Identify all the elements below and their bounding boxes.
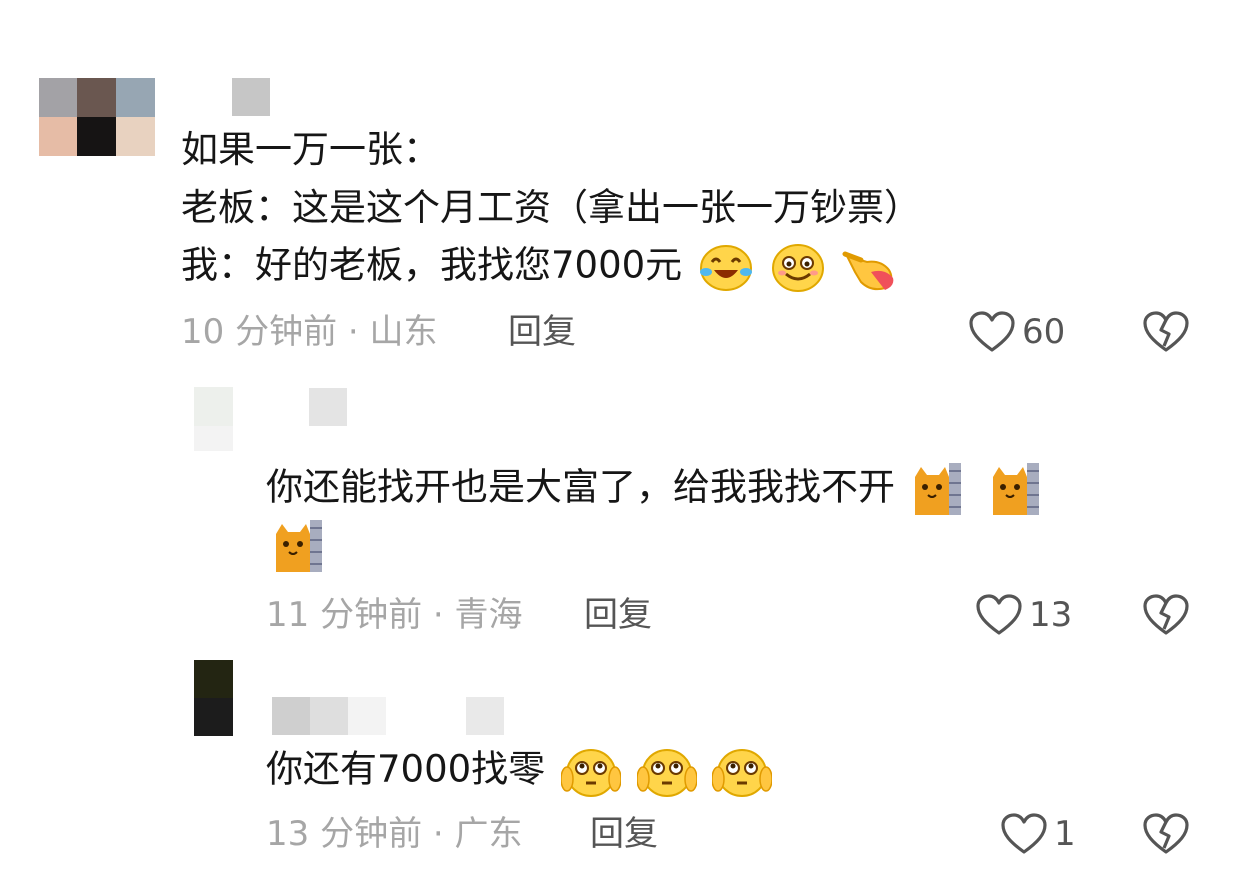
- comment-text-line: 你还有7000找零: [266, 747, 546, 791]
- broken-heart-icon: [1142, 310, 1190, 354]
- comment-text-line: 如果一万一张：: [181, 128, 440, 171]
- cat-peeking-emoji: [272, 518, 324, 574]
- like-button[interactable]: 13: [975, 593, 1072, 637]
- username[interactable]: [272, 697, 504, 735]
- comment-text-line: 老板：这是这个月工资（拿出一张一万钞票）: [181, 186, 921, 229]
- comment-text-row: 你还能找开也是大富了，给我我找不开: [266, 461, 1041, 517]
- laugh-cry-emoji: [698, 242, 754, 292]
- like-count: 1: [1054, 814, 1076, 854]
- avatar[interactable]: [194, 660, 233, 736]
- like-count: 60: [1022, 312, 1066, 352]
- comment-time-location: 11 分钟前 · 青海: [266, 595, 523, 635]
- broken-heart-icon: [1142, 593, 1190, 637]
- dislike-button[interactable]: [1142, 310, 1190, 354]
- reply-button[interactable]: 回复: [508, 312, 576, 352]
- heart-icon: [975, 593, 1023, 637]
- comment-text-row: 我：好的老板，我找您7000元: [181, 241, 899, 293]
- comment-text-line: 我：好的老板，我找您7000元: [181, 243, 683, 287]
- grin-emoji: [770, 241, 826, 293]
- shocked-face-emoji: [560, 743, 621, 799]
- broken-heart-icon: [1142, 812, 1190, 856]
- heart-icon: [968, 310, 1016, 354]
- pointing-hand-emoji: [841, 242, 899, 292]
- shocked-face-emoji: [636, 743, 697, 799]
- cat-peeking-emoji: [989, 461, 1041, 517]
- comment-time-location: 10 分钟前 · 山东: [181, 312, 438, 352]
- username[interactable]: [309, 388, 347, 426]
- reply-button[interactable]: 回复: [590, 814, 658, 854]
- comment-time-location: 13 分钟前 · 广东: [266, 814, 523, 854]
- cat-peeking-emoji: [911, 461, 963, 517]
- comment-text-line: 你还能找开也是大富了，给我我找不开: [266, 465, 895, 509]
- dislike-button[interactable]: [1142, 812, 1190, 856]
- dislike-button[interactable]: [1142, 593, 1190, 637]
- username[interactable]: [232, 78, 270, 116]
- avatar[interactable]: [39, 78, 155, 156]
- like-button[interactable]: 60: [968, 310, 1065, 354]
- like-button[interactable]: 1: [1000, 812, 1076, 856]
- heart-icon: [1000, 812, 1048, 856]
- avatar[interactable]: [194, 387, 233, 451]
- comment-text-row: 你还有7000找零: [266, 743, 773, 799]
- like-count: 13: [1029, 595, 1073, 635]
- reply-button[interactable]: 回复: [584, 595, 652, 635]
- shocked-face-emoji: [712, 743, 773, 799]
